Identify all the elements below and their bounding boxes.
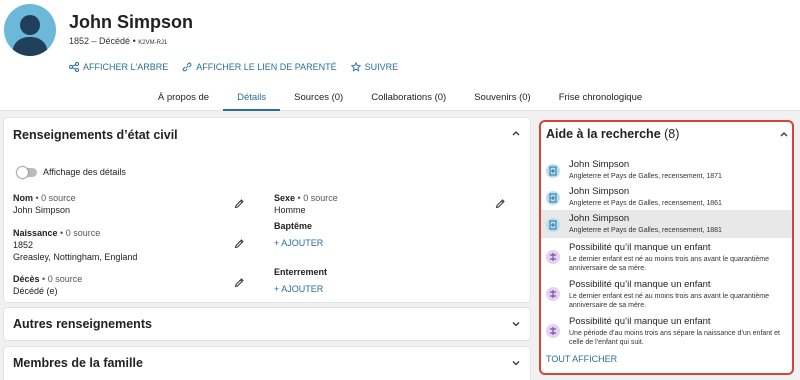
research-hint-item[interactable]: Possibilité qu’il manque un enfant Une p… xyxy=(541,314,792,350)
record-hint-icon xyxy=(546,191,560,205)
hint-desc: Le dernier enfant est né au moins trois … xyxy=(569,256,770,272)
baptism-label: Baptême xyxy=(274,221,313,231)
name-label: Nom xyxy=(13,193,33,203)
birth-date: 1852 xyxy=(13,240,34,250)
chevron-up-icon[interactable] xyxy=(779,129,789,139)
name-field: Nom • 0 source John Simpson xyxy=(13,192,76,216)
family-title: Membres de la famille xyxy=(13,356,143,370)
hint-name: Possibilité qu’il manque un enfant xyxy=(569,242,711,253)
record-desc: Angleterre et Pays de Galles, recensemen… xyxy=(569,227,722,234)
birth-label: Naissance xyxy=(13,228,58,238)
add-burial-button[interactable]: + AJOUTER xyxy=(274,283,323,295)
other-info-card[interactable]: Autres renseignements xyxy=(4,308,530,340)
view-relationship-label: AFFICHER LE LIEN DE PARENTÉ xyxy=(196,62,337,72)
separator: • xyxy=(132,36,136,46)
burial-label: Enterrement xyxy=(274,267,328,277)
name-value: John Simpson xyxy=(13,205,71,215)
person-header: John Simpson 1852 – Décédé • K2VM-RJ1 AF… xyxy=(0,0,800,87)
tab-about[interactable]: À propos de xyxy=(144,87,223,111)
sex-label: Sexe xyxy=(274,193,296,203)
chevron-up-icon[interactable] xyxy=(511,128,521,138)
vitals-card: Renseignements d’état civil Affichage de… xyxy=(4,118,530,302)
research-help-title-text: Aide à la recherche xyxy=(546,127,661,141)
edit-death-pencil-icon[interactable] xyxy=(234,277,245,288)
follow-button[interactable]: SUIVRE xyxy=(350,62,399,72)
hint-name: Possibilité qu’il manque un enfant xyxy=(569,316,711,327)
hint-desc: Une période d’au moins trois ans sépare … xyxy=(569,330,780,346)
name-sources[interactable]: • 0 source xyxy=(36,193,76,203)
vitals-title: Renseignements d’état civil xyxy=(13,128,178,142)
record-name: John Simpson xyxy=(569,186,630,197)
record-name: John Simpson xyxy=(569,159,630,170)
hint-name: Possibilité qu’il manque un enfant xyxy=(569,279,711,290)
research-help-count: (8) xyxy=(664,127,680,141)
edit-birth-pencil-icon[interactable] xyxy=(234,238,245,249)
tree-icon xyxy=(69,62,79,72)
family-card[interactable]: Membres de la famille xyxy=(4,347,530,380)
tab-timeline[interactable]: Frise chronologique xyxy=(545,87,656,111)
record-name: John Simpson xyxy=(569,213,630,224)
chevron-down-icon[interactable] xyxy=(511,319,521,329)
person-silhouette-icon xyxy=(12,15,48,56)
record-hint-item[interactable]: John Simpson Angleterre et Pays de Galle… xyxy=(541,183,792,210)
add-baptism-button[interactable]: + AJOUTER xyxy=(274,237,323,249)
person-name: John Simpson xyxy=(69,12,194,32)
sex-field: Sexe • 0 source Homme xyxy=(274,192,338,216)
show-all-link[interactable]: TOUT AFFICHER xyxy=(546,354,617,364)
research-hint-item[interactable]: Possibilité qu’il manque un enfant Le de… xyxy=(541,240,792,276)
tab-details[interactable]: Détails xyxy=(223,87,281,111)
baptism-field: Baptême xyxy=(274,220,312,232)
link-icon xyxy=(182,62,192,72)
edit-name-pencil-icon[interactable] xyxy=(234,198,245,209)
record-desc: Angleterre et Pays de Galles, recensemen… xyxy=(569,200,722,207)
profile-tabs: À propos de Détails Sources (0) Collabor… xyxy=(0,87,800,111)
missing-child-hint-icon xyxy=(546,324,560,338)
record-hint-icon xyxy=(546,164,560,178)
details-toggle-label: Affichage des détails xyxy=(43,167,126,177)
hint-desc: Le dernier enfant est né au moins trois … xyxy=(569,293,770,309)
record-hint-item[interactable]: John Simpson Angleterre et Pays de Galle… xyxy=(541,156,792,183)
lifespan-text: 1852 – Décédé xyxy=(69,36,131,46)
missing-child-hint-icon xyxy=(546,287,560,301)
birth-field: Naissance • 0 source 1852 Greasley, Nott… xyxy=(13,227,137,263)
follow-label: SUIVRE xyxy=(364,62,399,72)
avatar[interactable] xyxy=(4,4,56,56)
birth-place: Greasley, Nottingham, England xyxy=(13,252,138,262)
sex-sources[interactable]: • 0 source xyxy=(298,193,338,203)
person-lifespan: 1852 – Décédé • K2VM-RJ1 xyxy=(69,36,167,46)
birth-sources[interactable]: • 0 source xyxy=(60,228,100,238)
view-tree-label: AFFICHER L'ARBRE xyxy=(83,62,169,72)
edit-sex-pencil-icon[interactable] xyxy=(495,198,506,209)
view-relationship-button[interactable]: AFFICHER LE LIEN DE PARENTÉ xyxy=(182,62,337,72)
tab-memories[interactable]: Souvenirs (0) xyxy=(460,87,545,111)
record-hint-item[interactable]: John Simpson Angleterre et Pays de Galle… xyxy=(541,210,792,238)
burial-field: Enterrement xyxy=(274,266,327,278)
chevron-down-icon[interactable] xyxy=(511,358,521,368)
tab-sources[interactable]: Sources (0) xyxy=(280,87,357,111)
research-help-title: Aide à la recherche (8) xyxy=(546,127,679,141)
record-hint-icon xyxy=(546,218,560,232)
sex-value: Homme xyxy=(274,205,306,215)
death-sources[interactable]: • 0 source xyxy=(42,274,82,284)
view-tree-button[interactable]: AFFICHER L'ARBRE xyxy=(69,62,168,72)
details-toggle[interactable] xyxy=(17,167,37,178)
death-value: Décédé (e) xyxy=(13,286,58,296)
death-field: Décès • 0 source Décédé (e) xyxy=(13,273,82,297)
record-desc: Angleterre et Pays de Galles, recensemen… xyxy=(569,173,722,180)
person-actions: AFFICHER L'ARBRE AFFICHER LE LIEN DE PAR… xyxy=(69,62,398,72)
missing-child-hint-icon xyxy=(546,250,560,264)
death-label: Décès xyxy=(13,274,40,284)
other-info-title: Autres renseignements xyxy=(13,317,152,331)
tab-collaborations[interactable]: Collaborations (0) xyxy=(357,87,460,111)
person-id[interactable]: K2VM-RJ1 xyxy=(138,40,167,46)
research-hint-item[interactable]: Possibilité qu’il manque un enfant Le de… xyxy=(541,277,792,313)
star-icon xyxy=(350,62,361,72)
research-help-panel: Aide à la recherche (8) John Simpson Ang… xyxy=(539,120,794,375)
